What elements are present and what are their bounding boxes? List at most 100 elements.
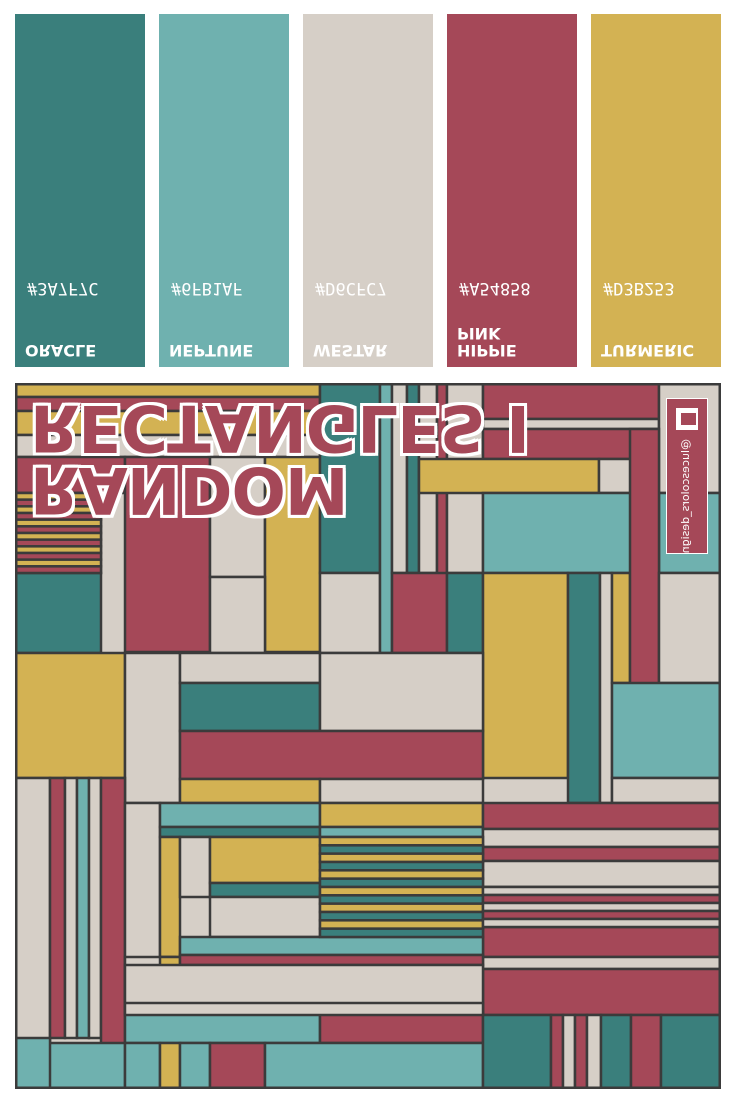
pattern-block — [598, 571, 614, 805]
pattern-block — [318, 651, 485, 733]
pattern-block — [610, 571, 632, 685]
swatch-hex: #6FB1AF — [171, 278, 243, 298]
pattern-block — [178, 835, 212, 899]
pattern-block — [208, 895, 322, 939]
pattern-block — [628, 427, 661, 686]
pattern-block — [405, 383, 421, 575]
pattern-block — [481, 1013, 553, 1089]
credit-handle: @lucescolors_design — [679, 439, 692, 554]
pattern-block — [481, 827, 721, 849]
pattern-block — [178, 729, 485, 781]
swatch-hex: #D6CFC7 — [315, 278, 387, 298]
pattern-block — [585, 1013, 603, 1089]
swatch-name: TURMERIC — [601, 341, 695, 360]
pattern-block — [178, 651, 322, 685]
pattern-block — [178, 935, 485, 957]
pattern-block — [99, 776, 127, 1089]
pattern-block — [561, 1013, 577, 1089]
pattern-block — [657, 571, 721, 685]
pattern-block — [75, 776, 91, 1040]
pattern-block — [610, 681, 721, 780]
rectangles-pattern — [15, 383, 721, 1089]
swatch-name: NEPTUNE — [169, 341, 254, 360]
pattern-block — [659, 1013, 721, 1089]
pattern-block — [390, 383, 409, 575]
pattern-block — [417, 457, 601, 495]
pattern-block — [318, 777, 485, 805]
pattern-stripe — [318, 910, 485, 922]
pattern-block — [158, 801, 322, 829]
pattern-block — [178, 777, 322, 805]
swatch-name-line: ORACLE — [25, 341, 97, 360]
swatch-name: ORACLE — [25, 341, 97, 360]
pattern-stripe — [318, 927, 485, 939]
pattern-block — [87, 776, 103, 1040]
pattern-block — [481, 925, 721, 959]
pattern-block — [549, 1013, 565, 1089]
pattern-block — [208, 835, 322, 885]
pattern-block — [445, 571, 485, 655]
pattern-block — [178, 953, 485, 967]
pattern-block — [481, 845, 721, 863]
pattern-block — [481, 859, 721, 889]
pattern-stripe — [318, 894, 485, 905]
pattern-block — [15, 651, 127, 780]
pattern-block — [481, 571, 570, 780]
pattern-block — [15, 409, 322, 437]
pattern-block — [610, 776, 721, 805]
pattern-stripe — [481, 917, 721, 929]
pattern-block — [573, 1013, 589, 1089]
pattern-stripe — [15, 565, 103, 575]
pattern-block — [318, 801, 485, 829]
pattern-block — [208, 575, 267, 655]
pattern-block — [481, 417, 661, 431]
pattern-block — [15, 571, 103, 655]
pattern-stripe — [318, 919, 485, 930]
pattern-block — [318, 383, 382, 575]
swatch-name-line: WESTAR — [313, 341, 388, 360]
pattern-block — [263, 1041, 485, 1089]
swatch-westar: #D6CFC7 WESTAR — [303, 14, 433, 367]
pattern-block — [629, 1013, 663, 1089]
swatch-name: HIPPIE PINK — [457, 324, 517, 360]
pattern-block — [15, 1036, 52, 1089]
swatch-hex: #D3B253 — [603, 278, 675, 298]
swatch-turmeric: #D3B253 TURMERIC — [591, 14, 721, 367]
pattern-stripe — [318, 885, 485, 897]
pattern-block — [15, 455, 127, 495]
brand-logo-icon — [676, 408, 698, 430]
pattern-block — [15, 433, 322, 459]
pattern-block — [481, 955, 721, 971]
pattern-block — [263, 455, 322, 654]
pattern-block — [318, 1011, 485, 1045]
pattern-block — [208, 455, 267, 579]
pattern-block — [123, 1041, 162, 1089]
pattern-block — [123, 455, 212, 654]
pattern-stripe — [318, 902, 485, 914]
pattern-block — [208, 1041, 267, 1089]
swatch-name-line: PINK — [457, 324, 501, 343]
swatch-name-line: NEPTUNE — [169, 341, 254, 360]
swatch-name-line: HIPPIE — [457, 341, 517, 360]
pattern-block — [48, 776, 67, 1040]
pattern-block — [178, 681, 322, 733]
pattern-block — [178, 1041, 212, 1089]
pattern-block — [158, 825, 322, 839]
pattern-block — [15, 395, 322, 413]
swatch-pink-hippie: #A54858 HIPPIE PINK — [447, 14, 577, 367]
swatch-hex: #A54858 — [459, 278, 531, 298]
pattern-block — [63, 776, 79, 1040]
pattern-block — [158, 835, 182, 959]
color-palette: #3A7F7C ORACLE #6FB1AF NEPTUNE #D6CFC7 W… — [0, 0, 736, 380]
pattern-block — [123, 1001, 485, 1017]
swatch-oracle: #3A7F7C ORACLE — [15, 14, 145, 367]
swatch-name-line: TURMERIC — [601, 341, 695, 360]
credit-badge: @lucescolors_design — [666, 398, 708, 554]
pattern-block — [390, 571, 449, 655]
pattern-block — [318, 571, 382, 655]
pattern-block — [123, 1011, 322, 1045]
pattern-block — [378, 383, 394, 655]
pattern-block — [481, 967, 721, 1017]
pattern-block — [481, 801, 721, 831]
pattern-block — [599, 1013, 633, 1089]
